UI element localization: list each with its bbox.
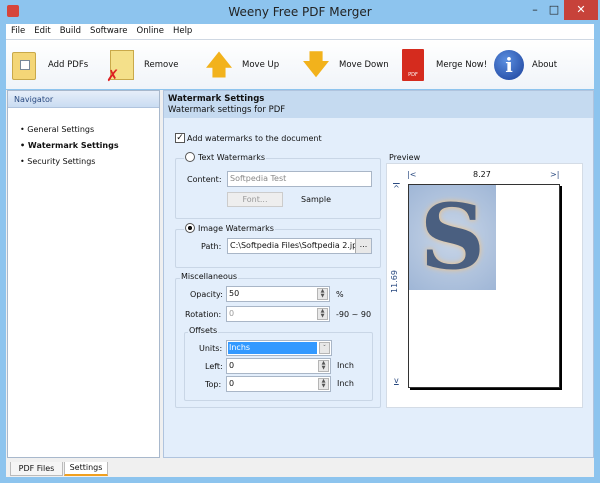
content-label: Content: bbox=[186, 175, 223, 184]
browse-button[interactable]: ... bbox=[355, 239, 371, 253]
nav-watermark-settings[interactable]: • Watermark Settings bbox=[8, 138, 159, 154]
offsets-label: Offsets bbox=[188, 326, 219, 335]
info-icon: i bbox=[494, 48, 524, 82]
preview-top-mark: ^ bbox=[393, 184, 400, 193]
opacity-unit: % bbox=[335, 290, 345, 299]
image-watermark-radio[interactable]: Image Watermarks bbox=[184, 223, 275, 233]
font-button[interactable]: Font... bbox=[227, 192, 283, 207]
rotation-spinner[interactable]: ▲ ▼ bbox=[317, 308, 328, 320]
move-up-button[interactable]: 🡅 Move Up bbox=[204, 46, 280, 84]
title-bar: Weeny Free PDF Merger bbox=[0, 0, 600, 24]
menu-software[interactable]: Software bbox=[90, 24, 127, 39]
nav-security-settings[interactable]: • Security Settings bbox=[8, 154, 159, 170]
top-spinner[interactable]: ▲ ▼ bbox=[318, 378, 329, 390]
menu-build[interactable]: Build bbox=[60, 24, 81, 39]
top-label: Top: bbox=[204, 380, 223, 389]
left-spinner[interactable]: ▲ ▼ bbox=[318, 360, 329, 372]
menu-help[interactable]: Help bbox=[173, 24, 192, 39]
path-label: Path: bbox=[200, 242, 223, 251]
add-watermark-checkbox[interactable]: ✓ Add watermarks to the document bbox=[175, 133, 322, 143]
merge-now-button[interactable]: PDF Merge Now! bbox=[398, 46, 487, 84]
navigator-title: Navigator bbox=[8, 91, 159, 108]
preview-panel: |< 8.27 >| ^ 11.69 v S bbox=[386, 163, 583, 408]
move-down-button[interactable]: 🡇 Move Down bbox=[301, 46, 389, 84]
navigator-panel: Navigator • General Settings • Watermark… bbox=[7, 90, 160, 458]
rotation-input[interactable]: 0 ▲ ▼ bbox=[226, 306, 330, 322]
about-button[interactable]: i About bbox=[494, 46, 557, 84]
opacity-spinner[interactable]: ▲ ▼ bbox=[317, 288, 328, 300]
menu-file[interactable]: File bbox=[11, 24, 25, 39]
settings-panel: Watermark Settings Watermark settings fo… bbox=[163, 90, 594, 458]
menu-edit[interactable]: Edit bbox=[34, 24, 50, 39]
opacity-input[interactable]: 50 ▲ ▼ bbox=[226, 286, 330, 302]
sample-label: Sample bbox=[300, 195, 332, 204]
remove-button[interactable]: ✗ Remove bbox=[106, 46, 179, 85]
add-pdfs-button[interactable]: Add PDFs bbox=[10, 46, 88, 84]
top-input[interactable]: 0 ▲ ▼ bbox=[226, 376, 331, 392]
rotation-range: -90 ~ 90 bbox=[335, 310, 373, 319]
tab-settings[interactable]: Settings bbox=[64, 462, 108, 476]
settings-subtitle: Watermark settings for PDF bbox=[168, 105, 286, 115]
preview-left-mark: |< bbox=[407, 170, 417, 179]
chevron-down-icon[interactable]: ⌄ bbox=[319, 342, 330, 354]
opacity-label: Opacity: bbox=[189, 290, 224, 299]
preview-width: 8.27 bbox=[473, 170, 491, 179]
nav-general-settings[interactable]: • General Settings bbox=[8, 122, 159, 138]
arrow-down-icon: 🡇 bbox=[301, 48, 331, 81]
maximize-button[interactable]: □ bbox=[545, 0, 563, 20]
menu-online[interactable]: Online bbox=[137, 24, 164, 39]
minimize-button[interactable]: – bbox=[525, 0, 545, 20]
main-area: Navigator • General Settings • Watermark… bbox=[6, 90, 594, 462]
arrow-up-icon: 🡅 bbox=[204, 48, 234, 81]
app-icon bbox=[7, 5, 19, 17]
settings-header: Watermark Settings Watermark settings fo… bbox=[164, 91, 593, 118]
close-button[interactable]: ✕ bbox=[564, 0, 598, 20]
text-watermark-group bbox=[175, 158, 381, 219]
settings-title: Watermark Settings bbox=[168, 94, 265, 104]
preview-bottom-mark: v bbox=[394, 376, 399, 385]
menu-bar: File Edit Build Software Online Help bbox=[6, 24, 594, 39]
tab-pdf-files[interactable]: PDF Files bbox=[10, 462, 63, 476]
top-unit: Inch bbox=[336, 379, 355, 388]
path-input[interactable]: C:\Softpedia Files\Softpedia 2.jpg bbox=[227, 238, 372, 254]
folder-add-icon bbox=[10, 48, 40, 82]
bottom-tabs: PDF Files Settings bbox=[6, 462, 594, 477]
units-label: Units: bbox=[198, 344, 224, 353]
left-input[interactable]: 0 ▲ ▼ bbox=[226, 358, 331, 374]
preview-right-mark: >| bbox=[550, 170, 560, 179]
units-select[interactable]: Inchs ⌄ bbox=[226, 340, 332, 356]
watermark-image: S bbox=[409, 185, 496, 290]
toolbar: Add PDFs ✗ Remove 🡅 Move Up 🡇 Move Down … bbox=[6, 39, 594, 89]
window-title: Weeny Free PDF Merger bbox=[228, 5, 372, 19]
folder-remove-icon: ✗ bbox=[106, 48, 136, 85]
text-watermark-radio[interactable]: Text Watermarks bbox=[184, 152, 267, 162]
preview-page: S bbox=[408, 184, 560, 388]
left-unit: Inch bbox=[336, 361, 355, 370]
rotation-label: Rotation: bbox=[184, 310, 223, 319]
misc-label: Miscellaneous bbox=[180, 272, 239, 281]
content-input[interactable]: Softpedia Test bbox=[227, 171, 372, 187]
left-label: Left: bbox=[204, 362, 224, 371]
pdf-icon: PDF bbox=[398, 48, 428, 82]
preview-height: 11.69 bbox=[389, 270, 399, 293]
preview-label: Preview bbox=[388, 153, 422, 162]
